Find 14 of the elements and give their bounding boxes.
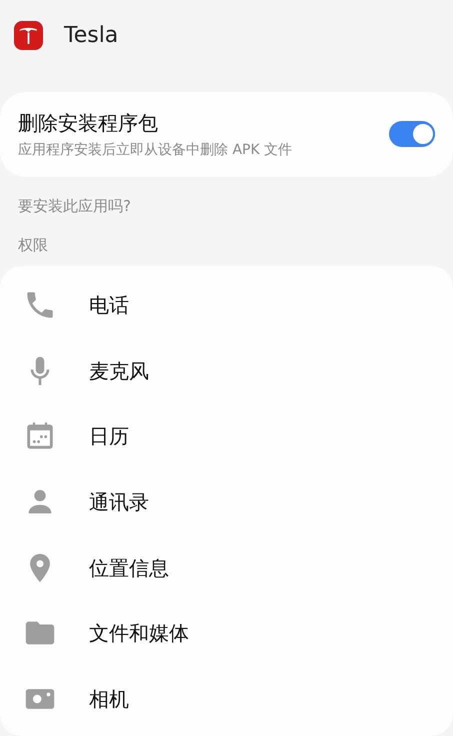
permission-label: 相机 (89, 686, 129, 714)
option-title: 删除安装程序包 (18, 110, 159, 137)
permission-label: 文件和媒体 (89, 620, 189, 648)
install-prompt: 要安装此应用吗? (17, 196, 132, 218)
permission-label: 位置信息 (89, 554, 169, 582)
section-header: 权限 (17, 234, 49, 256)
app-logo-icon (14, 21, 43, 50)
permission-label: 日历 (89, 423, 129, 450)
permission-label: 电话 (89, 292, 129, 320)
toggle-switch[interactable] (389, 121, 435, 148)
app-name: Tesla (64, 22, 118, 50)
permission-label: 通讯录 (89, 489, 149, 516)
option-subtitle: 应用程序安装后立即从设备中删除 APK 文件 (18, 140, 292, 160)
permission-label: 麦克风 (89, 358, 149, 385)
